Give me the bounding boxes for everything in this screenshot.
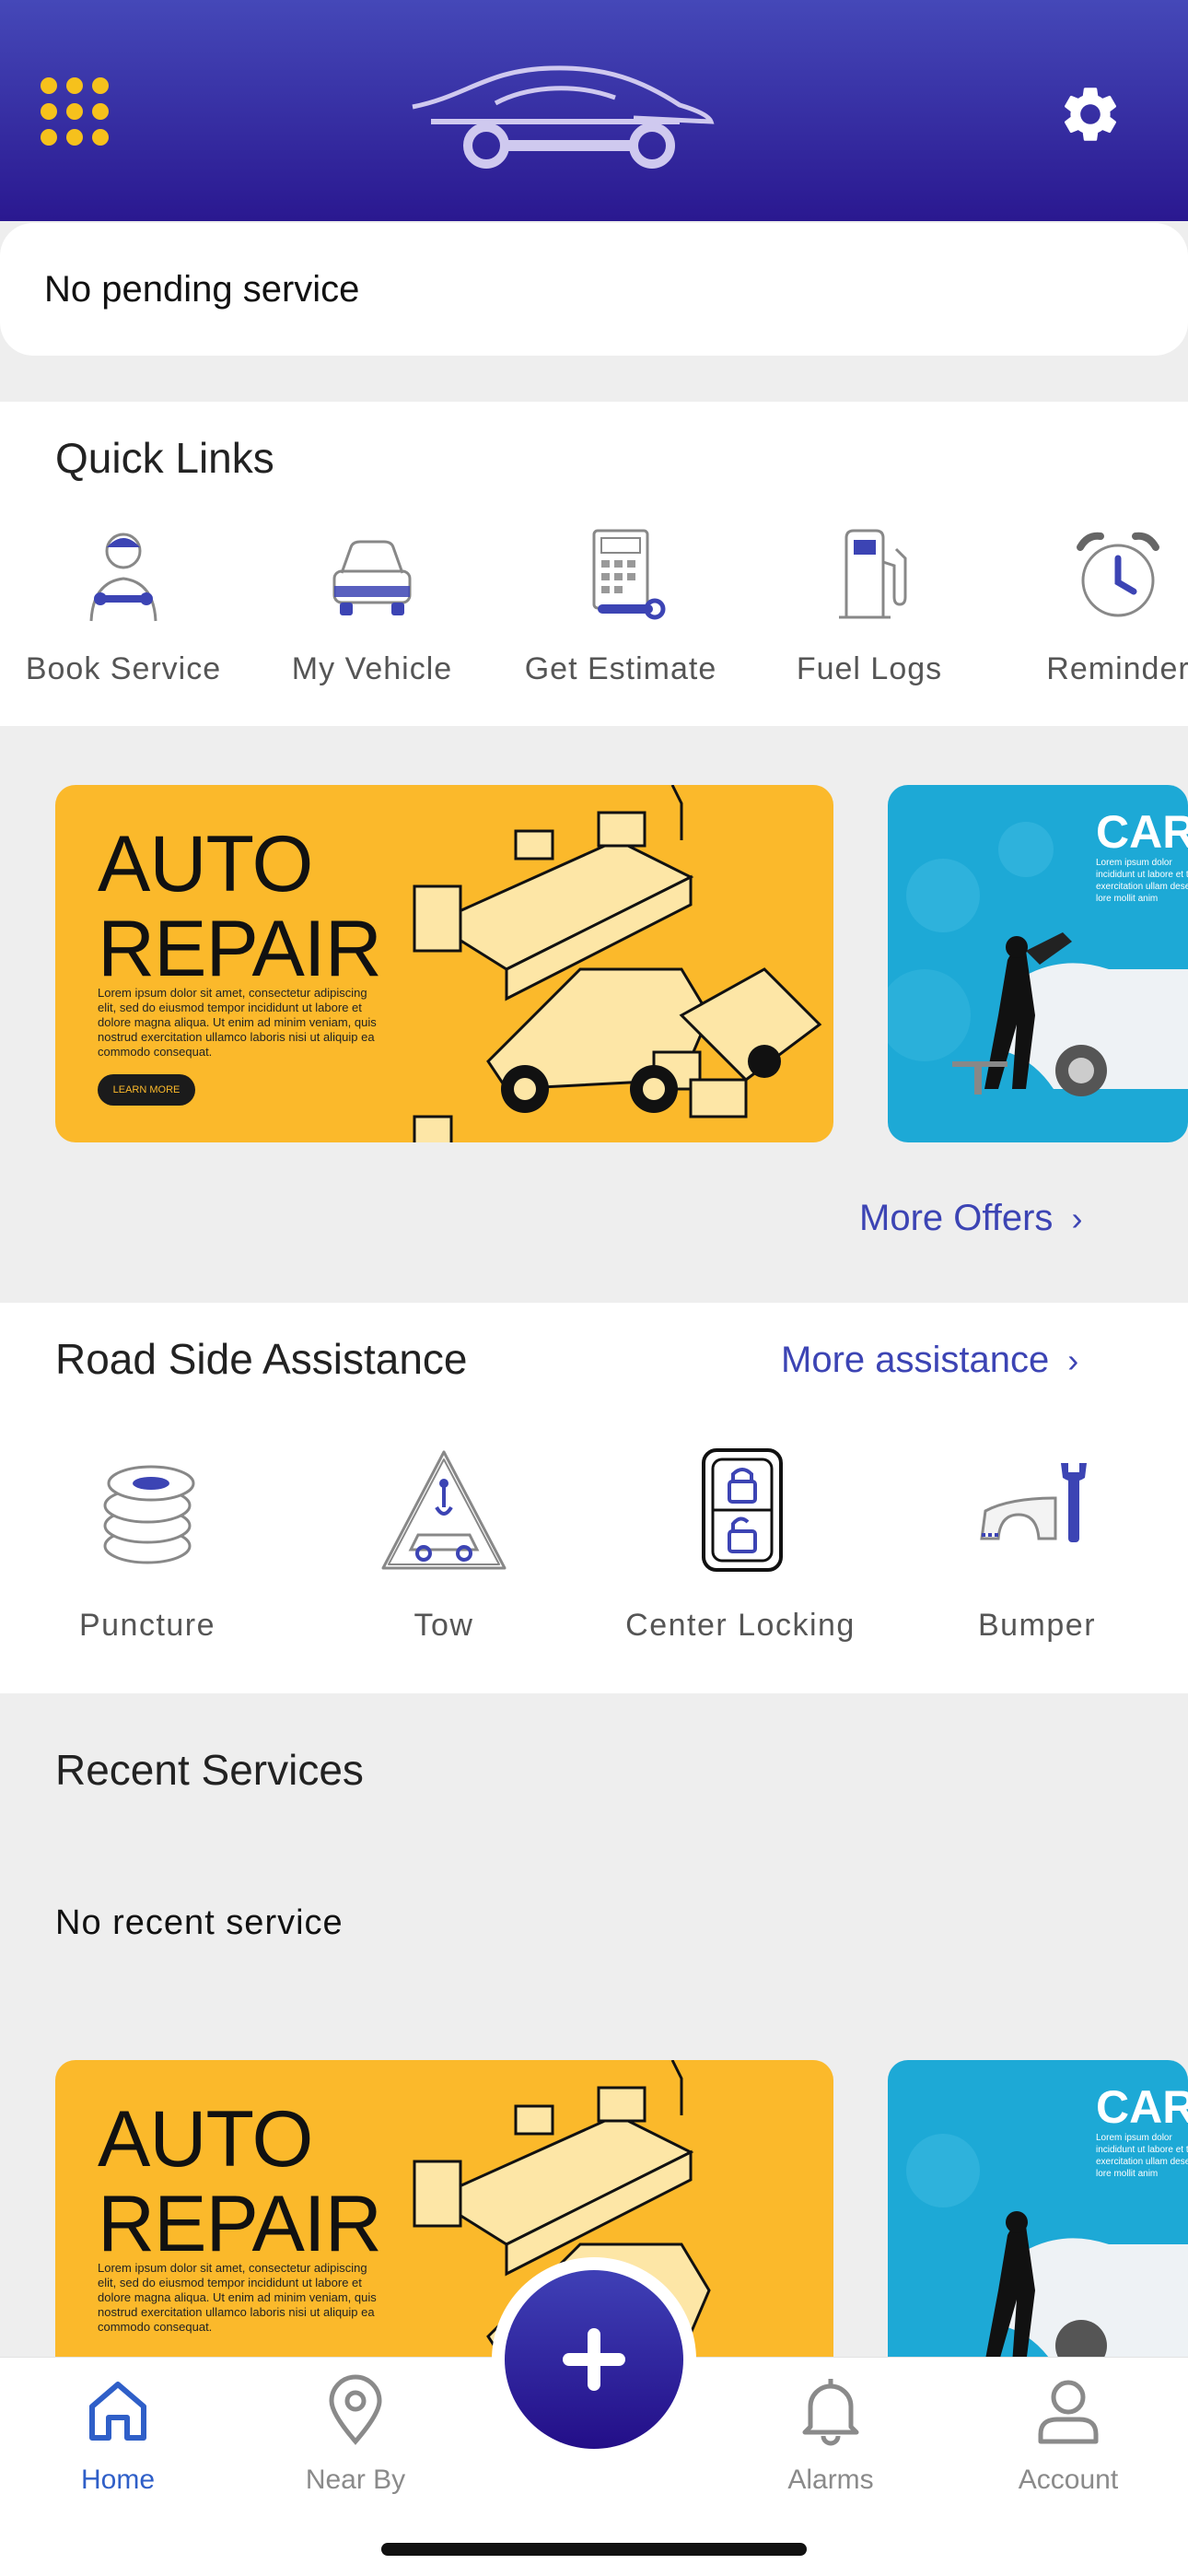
tab-alarms[interactable]: Alarms: [739, 2373, 923, 2496]
tab-near-by[interactable]: Near By: [263, 2373, 448, 2496]
tow-truck-icon: [381, 1450, 507, 1570]
user-icon: [1038, 2380, 1099, 2444]
mechanic-icon: [89, 533, 157, 622]
tire-stack-icon: [103, 1465, 195, 1564]
no-recent-service-text: No recent service: [55, 1903, 344, 1942]
quick-link-label: My Vehicle: [291, 651, 453, 686]
more-assistance-label: More assistance: [781, 1340, 1050, 1380]
roadside-title: Road Side Assistance: [55, 1335, 468, 1383]
roadside-bumper[interactable]: Bumper: [890, 1446, 1184, 1644]
quick-link-my-vehicle[interactable]: My Vehicle: [257, 525, 487, 687]
app-header: [0, 0, 1188, 221]
plus-icon: [563, 2328, 625, 2391]
recent-services-title: Recent Services: [55, 1746, 364, 1794]
gear-icon[interactable]: [1057, 81, 1124, 147]
quick-link-label: Reminder: [1046, 651, 1188, 686]
banner-title: AUTO REPAIR: [98, 2095, 382, 2268]
bell-icon: [802, 2379, 859, 2446]
chevron-right-icon: ›: [1071, 1199, 1083, 1237]
tab-label: Alarms: [787, 2465, 874, 2495]
apps-grid-icon[interactable]: [41, 77, 109, 146]
auto-repair-illustration: [413, 785, 822, 1142]
calculator-icon: [592, 529, 666, 620]
quick-link-label: Book Service: [25, 651, 222, 686]
roadside-label: Tow: [413, 1608, 474, 1643]
roadside-center-locking[interactable]: Center Locking: [593, 1446, 888, 1644]
learn-more-button[interactable]: LEARN MORE: [98, 1074, 195, 1106]
tab-label: Home: [80, 2465, 156, 2495]
tab-home[interactable]: Home: [26, 2373, 210, 2496]
banner-title-line2: REPAIR: [98, 2180, 382, 2268]
fuel-pump-icon: [839, 529, 907, 619]
more-offers-link[interactable]: More Offers ›: [859, 1198, 1082, 1239]
offer-banner-car-service[interactable]: CAR Lorem ipsum dolor incididunt ut labo…: [888, 785, 1188, 1142]
banner-body: Lorem ipsum dolor sit amet, consectetur …: [98, 986, 377, 1059]
chevron-right-icon: ›: [1067, 1341, 1079, 1379]
add-button[interactable]: [505, 2270, 683, 2449]
banner-title-line2: REPAIR: [98, 905, 382, 993]
banner-title: AUTO REPAIR: [98, 820, 382, 993]
pending-service-card[interactable]: No pending service: [0, 223, 1188, 356]
banner-title-line1: AUTO: [98, 820, 313, 908]
roadside-label: Puncture: [78, 1608, 216, 1643]
roadside-tow[interactable]: Tow: [297, 1446, 591, 1644]
car-service-illustration: [888, 822, 1188, 1096]
roadside-label: Bumper: [977, 1608, 1097, 1643]
quick-link-reminder[interactable]: Reminder: [1003, 525, 1188, 687]
tab-account[interactable]: Account: [976, 2373, 1160, 2496]
roadside-puncture[interactable]: Puncture: [0, 1446, 295, 1644]
alarm-clock-icon: [1077, 532, 1159, 617]
car-wrench-logo: [412, 65, 715, 169]
banner-body: Lorem ipsum dolor sit amet, consectetur …: [98, 2261, 377, 2334]
banner-title-line1: AUTO: [98, 2095, 313, 2184]
car-icon: [332, 540, 412, 615]
home-icon: [89, 2382, 146, 2441]
more-offers-label: More Offers: [859, 1198, 1054, 1238]
roadside-label: Center Locking: [625, 1608, 856, 1643]
pending-service-text: No pending service: [44, 268, 360, 310]
offer-banner-auto-repair[interactable]: AUTO REPAIR Lorem ipsum dolor sit amet, c…: [55, 785, 833, 1142]
quick-links-title: Quick Links: [55, 434, 274, 482]
bumper-wrench-icon: [980, 1463, 1087, 1542]
quick-link-label: Fuel Logs: [796, 651, 943, 686]
quick-link-get-estimate[interactable]: Get Estimate: [506, 525, 736, 687]
lock-unlock-icon: [702, 1448, 783, 1572]
quick-link-label: Get Estimate: [524, 651, 717, 686]
location-pin-icon: [329, 2374, 382, 2445]
tab-label: Account: [1018, 2465, 1119, 2495]
quick-link-fuel-logs[interactable]: Fuel Logs: [754, 525, 984, 687]
more-assistance-link[interactable]: More assistance ›: [781, 1340, 1078, 1381]
home-indicator: [381, 2543, 807, 2556]
quick-link-book-service[interactable]: Book Service: [8, 525, 239, 687]
tab-label: Near By: [305, 2465, 406, 2495]
